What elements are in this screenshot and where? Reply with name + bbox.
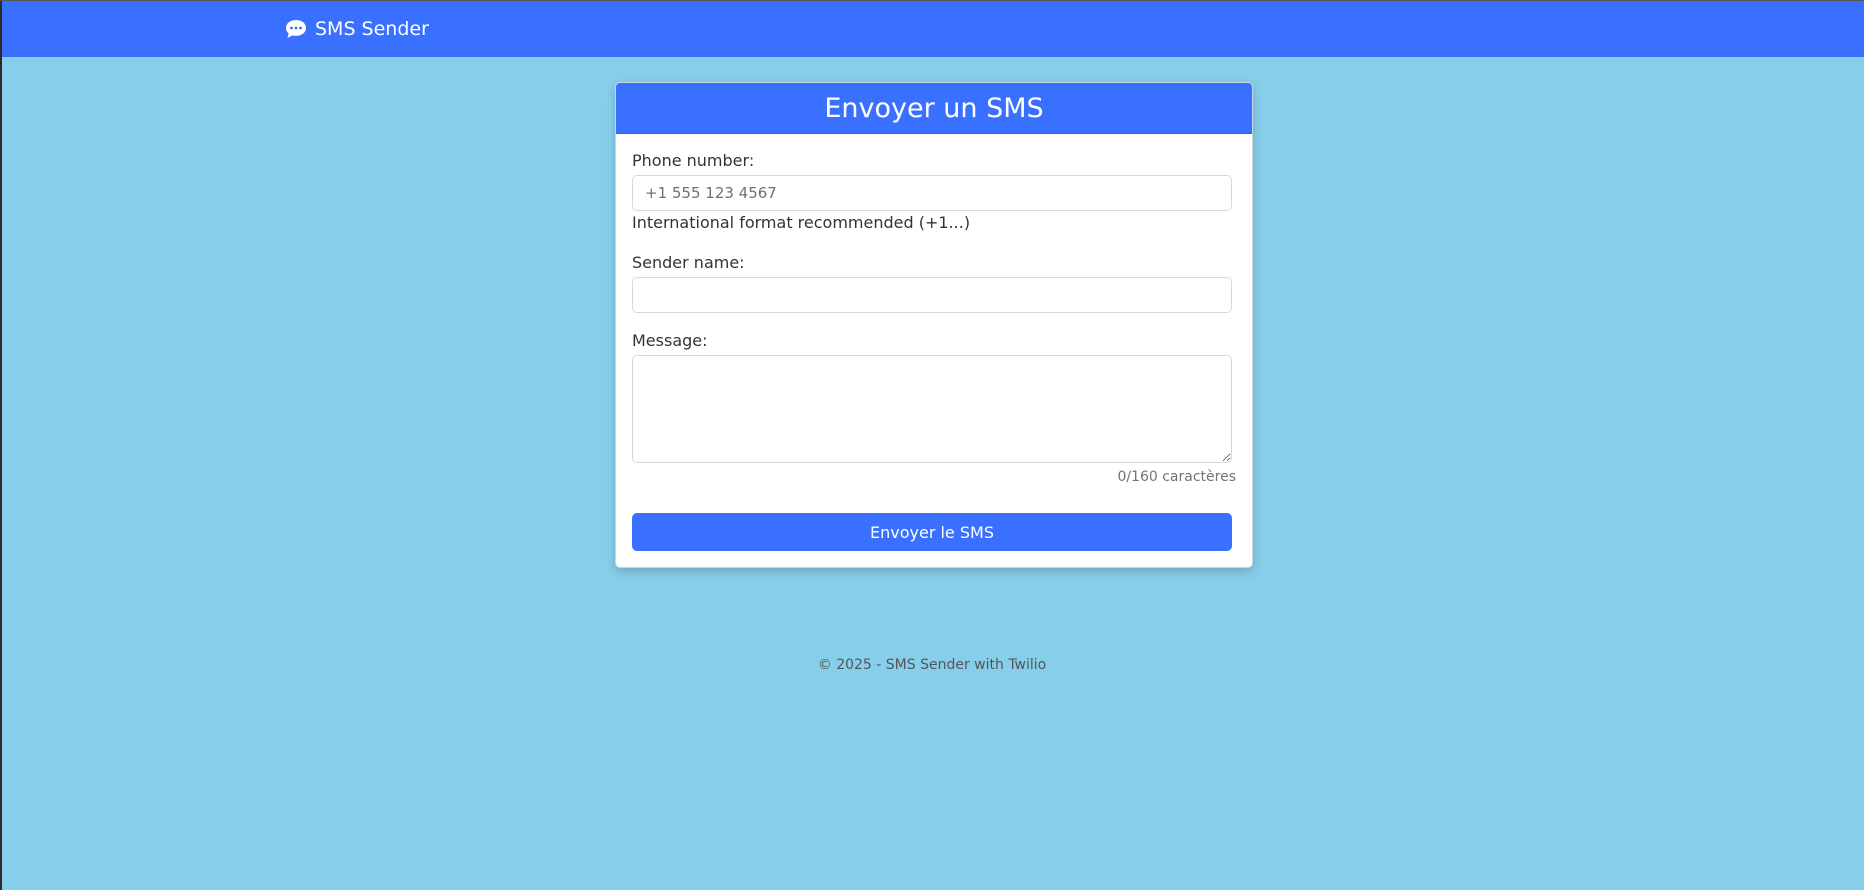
phone-label: Phone number: [632,151,755,170]
phone-hint: International format recommended (+1...) [632,213,971,232]
sender-input[interactable] [632,277,1232,313]
brand-text: SMS Sender [315,18,429,40]
message-label: Message: [632,331,708,350]
card-body: Phone number: International format recom… [616,134,1252,566]
footer-text: © 2025 - SMS Sender with Twilio [817,657,1047,673]
message-textarea[interactable] [632,355,1232,463]
char-counter: 0/160 caractères [1117,469,1236,485]
sender-label: Sender name: [632,253,745,272]
window-left-edge [0,0,2,890]
sms-form-card: Envoyer un SMS Phone number: Internation… [615,82,1253,568]
brand-link[interactable]: SMS Sender [285,16,429,42]
navbar: SMS Sender [2,1,1864,57]
card-title: Envoyer un SMS [616,83,1252,134]
phone-input[interactable] [632,175,1232,211]
chat-bubble-icon [285,19,307,39]
send-sms-button[interactable]: Envoyer le SMS [632,513,1232,551]
